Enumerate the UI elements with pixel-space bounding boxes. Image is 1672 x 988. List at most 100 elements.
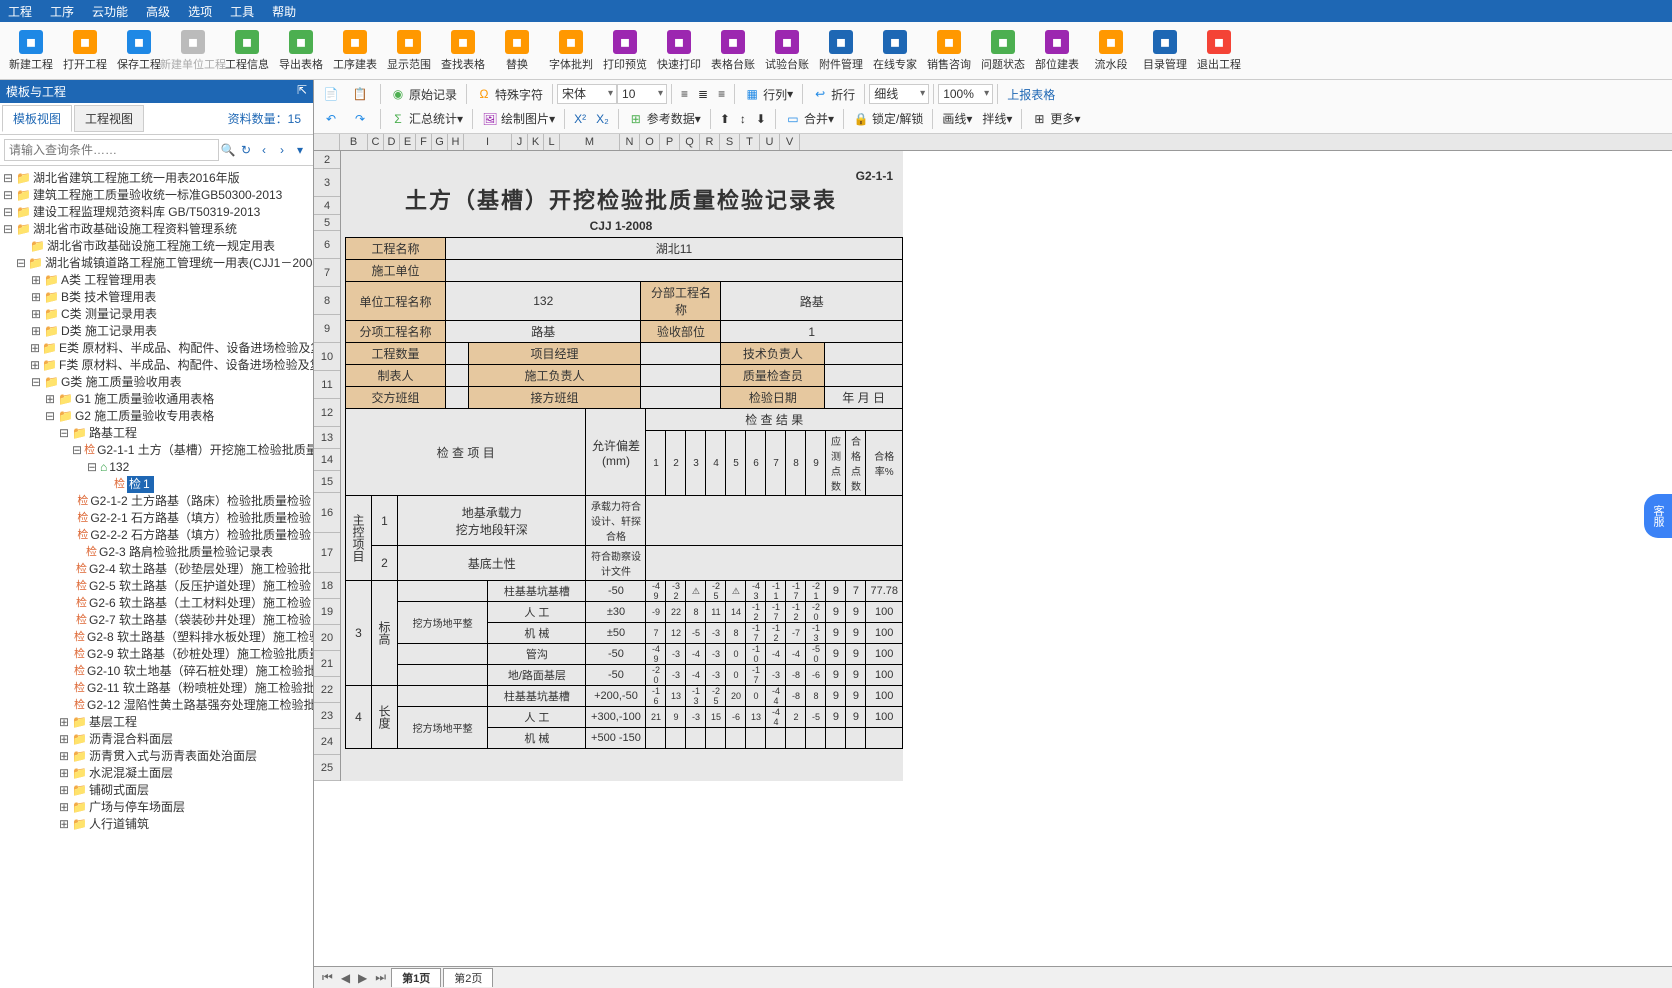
align-center-icon[interactable]: ≣ <box>693 85 713 103</box>
menu-item[interactable]: 云功能 <box>92 3 128 20</box>
tree-node[interactable]: ⊟⌂132 <box>2 459 311 476</box>
tree-node[interactable]: 检检1 <box>2 476 311 493</box>
tree-node[interactable]: ⊟📁路基工程 <box>2 425 311 442</box>
tree-node[interactable]: ⊞📁E类 原材料、半成品、构配件、设备进场检验及复检 <box>2 340 311 357</box>
special-char-btn[interactable]: Ω特殊字符 <box>471 84 548 105</box>
tree-node[interactable]: ⊞📁水泥混凝土面层 <box>2 765 311 782</box>
refresh-icon[interactable]: ↻ <box>237 143 255 157</box>
first-icon[interactable]: ⏮ <box>318 970 337 985</box>
stat-btn[interactable]: Σ汇总统计 ▾ <box>385 108 468 129</box>
ribbon-查找表格[interactable]: ◼查找表格 <box>437 24 489 78</box>
ribbon-快速打印[interactable]: ◼快速打印 <box>653 24 705 78</box>
tree-node[interactable]: ⊞📁沥青贯入式与沥青表面处治面层 <box>2 748 311 765</box>
ribbon-在线专家[interactable]: ◼在线专家 <box>869 24 921 78</box>
pin-icon[interactable]: ⇱ <box>297 83 307 100</box>
copy-icon[interactable]: 📋 <box>347 84 376 104</box>
tree-node[interactable]: ⊟📁G类 施工质量验收用表 <box>2 374 311 391</box>
menu-item[interactable]: 工序 <box>50 3 74 20</box>
ref-btn[interactable]: ⊞参考数据 ▾ <box>623 108 706 129</box>
prev-icon[interactable]: ‹ <box>255 143 273 157</box>
tree-node[interactable]: 检G2-10 软土地基（碎石桩处理）施工检验批 <box>2 663 311 680</box>
ribbon-附件管理[interactable]: ◼附件管理 <box>815 24 867 78</box>
menu-item[interactable]: 帮助 <box>272 3 296 20</box>
tree-node[interactable]: 📁湖北省市政基础设施工程施工统一规定用表 <box>2 238 311 255</box>
tree-node[interactable]: 检G2-9 软土路基（砂桩处理）施工检验批质量 <box>2 646 311 663</box>
size-combo[interactable]: 10 <box>617 84 667 104</box>
tree-node[interactable]: 检G2-8 软土路基（塑料排水板处理）施工检验 <box>2 629 311 646</box>
sheet-tab[interactable]: 第2页 <box>443 968 493 987</box>
tree-node[interactable]: ⊟检G2-1-1 土方（基槽）开挖施工检验批质量 <box>2 442 311 459</box>
tree-node[interactable]: 检G2-3 路肩检验批质量检验记录表 <box>2 544 311 561</box>
expand-icon[interactable]: ▾ <box>291 143 309 157</box>
ribbon-工序建表[interactable]: ◼工序建表 <box>329 24 381 78</box>
tree-node[interactable]: 检G2-11 软土路基（粉喷桩处理）施工检验批 <box>2 680 311 697</box>
ribbon-问题状态[interactable]: ◼问题状态 <box>977 24 1029 78</box>
tab-template-view[interactable]: 模板视图 <box>2 105 72 132</box>
next-icon[interactable]: › <box>273 143 291 157</box>
tree-node[interactable]: 检G2-2-1 石方路基（填方）检验批质量检验 <box>2 510 311 527</box>
ribbon-打印预览[interactable]: ◼打印预览 <box>599 24 651 78</box>
redo-icon[interactable]: ↷ <box>347 109 376 129</box>
undo-icon[interactable]: ↶ <box>318 109 347 129</box>
prev-icon[interactable]: ◀ <box>337 971 354 985</box>
ribbon-替换[interactable]: ◼替换 <box>491 24 543 78</box>
ribbon-新建工程[interactable]: ◼新建工程 <box>5 24 57 78</box>
merge-btn[interactable]: ▭合并 ▾ <box>780 108 839 129</box>
menu-item[interactable]: 选项 <box>188 3 212 20</box>
valign-mid-icon[interactable]: ↕ <box>735 110 751 128</box>
tree-node[interactable]: ⊟📁G2 施工质量验收专用表格 <box>2 408 311 425</box>
dash-btn[interactable]: 拌线 ▾ <box>977 108 1017 129</box>
tree-node[interactable]: ⊞📁B类 技术管理用表 <box>2 289 311 306</box>
ribbon-销售咨询[interactable]: ◼销售咨询 <box>923 24 975 78</box>
ribbon-保存工程[interactable]: ◼保存工程 <box>113 24 165 78</box>
tree-node[interactable]: ⊞📁A类 工程管理用表 <box>2 272 311 289</box>
tree-node[interactable]: ⊟📁建筑工程施工质量验收统一标准GB50300-2013 <box>2 187 311 204</box>
tree-node[interactable]: ⊟📁湖北省建筑工程施工统一用表2016年版 <box>2 170 311 187</box>
ribbon-字体批判[interactable]: ◼字体批判 <box>545 24 597 78</box>
draw-btn[interactable]: 🖼绘制图片 ▾ <box>477 108 560 129</box>
ribbon-部位建表[interactable]: ◼部位建表 <box>1031 24 1083 78</box>
align-right-icon[interactable]: ≡ <box>713 85 730 103</box>
tree-node[interactable]: ⊞📁D类 施工记录用表 <box>2 323 311 340</box>
tree-node[interactable]: ⊞📁广场与停车场面层 <box>2 799 311 816</box>
tab-project-view[interactable]: 工程视图 <box>74 105 144 132</box>
zoom-combo[interactable]: 100% <box>938 84 993 104</box>
last-icon[interactable]: ⏭ <box>371 970 390 985</box>
tree-node[interactable]: ⊟📁湖北省城镇道路工程施工管理统一用表(CJJ1－2008) <box>2 255 311 272</box>
ribbon-表格台账[interactable]: ◼表格台账 <box>707 24 759 78</box>
menu-item[interactable]: 工具 <box>230 3 254 20</box>
tree-node[interactable]: ⊟📁建设工程监理规范资料库 GB/T50319-2013 <box>2 204 311 221</box>
more-btn[interactable]: ⊞更多 ▾ <box>1026 108 1085 129</box>
upload-btn[interactable]: 上报表格 <box>1002 84 1060 105</box>
tree-node[interactable]: ⊞📁铺砌式面层 <box>2 782 311 799</box>
tree-node[interactable]: ⊞📁C类 测量记录用表 <box>2 306 311 323</box>
tree-node[interactable]: 检G2-7 软土路基（袋装砂井处理）施工检验 <box>2 612 311 629</box>
tree-node[interactable]: 检G2-6 软土路基（土工材料处理）施工检验 <box>2 595 311 612</box>
wrap-btn[interactable]: ↩折行 <box>807 84 860 105</box>
lock-btn[interactable]: 🔒锁定/解锁 <box>848 108 928 129</box>
service-button[interactable]: 客服 <box>1644 494 1672 538</box>
sup-icon[interactable]: X² <box>569 110 591 128</box>
tree-node[interactable]: ⊞📁沥青混合料面层 <box>2 731 311 748</box>
tree-node[interactable]: 检G2-4 软土路基（砂垫层处理）施工检验批 <box>2 561 311 578</box>
ribbon-流水段[interactable]: ◼流水段 <box>1085 24 1137 78</box>
search-icon[interactable]: 🔍 <box>219 143 237 157</box>
tree-node[interactable]: 检G2-1-2 土方路基（路床）检验批质量检验 <box>2 493 311 510</box>
tree-node[interactable]: ⊞📁基层工程 <box>2 714 311 731</box>
new-icon[interactable]: 📄 <box>318 84 347 104</box>
menu-item[interactable]: 高级 <box>146 3 170 20</box>
sheet-tab[interactable]: 第1页 <box>391 968 441 987</box>
ribbon-目录管理[interactable]: ◼目录管理 <box>1139 24 1191 78</box>
rowcol-btn[interactable]: ▦行列 ▾ <box>739 84 798 105</box>
ribbon-工程信息[interactable]: ◼工程信息 <box>221 24 273 78</box>
brush-btn[interactable]: 画线 ▾ <box>937 108 977 129</box>
next-icon[interactable]: ▶ <box>354 971 371 985</box>
tree-node[interactable]: 检G2-2-2 石方路基（填方）检验批质量检验 <box>2 527 311 544</box>
align-left-icon[interactable]: ≡ <box>676 85 693 103</box>
orig-record-btn[interactable]: ◉原始记录 <box>385 84 462 105</box>
tree-node[interactable]: 检G2-5 软土路基（反压护道处理）施工检验 <box>2 578 311 595</box>
ribbon-导出表格[interactable]: ◼导出表格 <box>275 24 327 78</box>
search-input[interactable] <box>4 139 219 161</box>
sheet-area[interactable]: BCDEFGHIJKLMNOPQRSTUV 234567891011121314… <box>314 134 1672 966</box>
sub-icon[interactable]: X₂ <box>591 110 614 128</box>
